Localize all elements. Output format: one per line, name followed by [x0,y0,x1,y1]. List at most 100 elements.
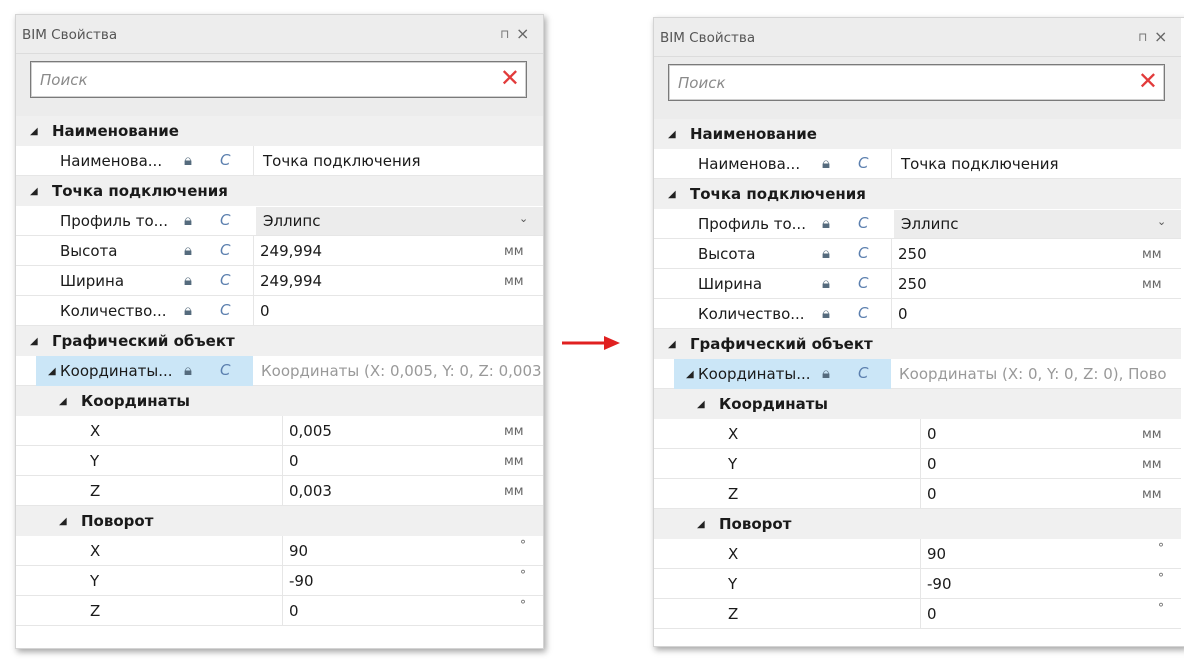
property-row-coord-z[interactable]: Z 0 мм [654,479,1181,509]
lock-icon[interactable]: 🔒︎ [184,241,192,259]
property-row-name[interactable]: Наименова... 🔒︎ C Точка подключения [654,149,1181,179]
c-icon[interactable]: C [858,214,868,232]
chevron-down-icon[interactable]: ⌄ [519,212,528,225]
subgroup-rotation[interactable]: ◢ Поворот [654,509,1181,539]
collapse-triangle-icon[interactable]: ◢ [686,369,694,380]
property-row-name[interactable]: Наименова... 🔒︎ C Точка подключения [16,146,543,176]
c-icon[interactable]: C [220,271,230,289]
property-row-coordinates[interactable]: ◢ Координаты... 🔒︎ C Координаты (X: 0, Y… [654,359,1181,389]
lock-icon[interactable]: 🔒︎ [184,301,192,319]
c-icon[interactable]: C [220,301,230,319]
property-value[interactable]: -90 [927,575,952,593]
lock-icon[interactable]: 🔒︎ [822,154,830,172]
property-row-coord-x[interactable]: X 0 мм [654,419,1181,449]
group-graphic-object[interactable]: ◢ Графический объект [654,329,1181,359]
collapse-triangle-icon[interactable]: ◢ [668,339,676,350]
chevron-down-icon[interactable]: ⌄ [1157,215,1166,228]
c-icon[interactable]: C [858,304,868,322]
group-naming[interactable]: ◢ Наименование [16,116,543,146]
collapse-triangle-icon[interactable]: ◢ [697,519,705,530]
property-row-height[interactable]: Высота 🔒︎ C 250 мм [654,239,1181,269]
property-value[interactable]: Точка подключения [263,152,421,170]
property-row-coord-y[interactable]: Y 0 мм [16,446,543,476]
property-value[interactable]: 0 [927,605,937,623]
property-value[interactable]: 90 [927,545,946,563]
property-value[interactable]: 0 [927,425,937,443]
lock-icon[interactable]: 🔒︎ [184,211,192,229]
c-icon[interactable]: C [858,364,868,382]
subgroup-coordinates[interactable]: ◢ Координаты [654,389,1181,419]
property-row-profile[interactable]: Профиль то... 🔒︎ C Эллипс ⌄ [16,206,543,236]
property-row-coord-x[interactable]: X 0,005 мм [16,416,543,446]
property-row-rot-x[interactable]: X 90 ° [16,536,543,566]
property-row-rot-y[interactable]: Y -90 ° [16,566,543,596]
lock-icon[interactable]: 🔒︎ [822,274,830,292]
c-icon[interactable]: C [220,211,230,229]
collapse-triangle-icon[interactable]: ◢ [30,186,38,197]
c-icon[interactable]: C [220,151,230,169]
search-input[interactable]: Поиск ✕ [668,64,1165,101]
collapse-triangle-icon[interactable]: ◢ [59,396,67,407]
group-naming[interactable]: ◢ Наименование [654,119,1181,149]
group-connection-point[interactable]: ◢ Точка подключения [654,179,1181,209]
collapse-triangle-icon[interactable]: ◢ [668,189,676,200]
collapse-triangle-icon[interactable]: ◢ [59,516,67,527]
property-value[interactable]: 0,005 [289,422,332,440]
property-value[interactable]: -90 [289,572,314,590]
property-value[interactable]: 250 [898,245,927,263]
c-icon[interactable]: C [858,154,868,172]
collapse-triangle-icon[interactable]: ◢ [668,129,676,140]
property-value[interactable]: 0 [927,455,937,473]
group-graphic-object[interactable]: ◢ Графический объект [16,326,543,356]
property-row-rot-y[interactable]: Y -90 ° [654,569,1181,599]
collapse-triangle-icon[interactable]: ◢ [697,399,705,410]
search-input[interactable]: Поиск ✕ [30,61,527,98]
property-value[interactable]: 249,994 [260,242,322,260]
property-value[interactable]: 250 [898,275,927,293]
close-icon[interactable]: × [516,24,529,43]
property-row-rot-x[interactable]: X 90 ° [654,539,1181,569]
property-row-count[interactable]: Количество... 🔒︎ C 0 [16,296,543,326]
c-icon[interactable]: C [858,274,868,292]
property-value[interactable]: Точка подключения [901,155,1059,173]
pin-icon[interactable]: ⊓ [1138,30,1147,44]
property-value[interactable]: 0 [927,485,937,503]
property-row-rot-z[interactable]: Z 0 ° [654,599,1181,629]
collapse-triangle-icon[interactable]: ◢ [30,336,38,347]
property-row-width[interactable]: Ширина 🔒︎ C 249,994 мм [16,266,543,296]
property-value[interactable]: Координаты (X: 0, Y: 0, Z: 0), Пово [899,365,1167,383]
subgroup-rotation[interactable]: ◢ Поворот [16,506,543,536]
pin-icon[interactable]: ⊓ [500,27,509,41]
close-icon[interactable]: × [1154,27,1167,46]
collapse-triangle-icon[interactable]: ◢ [30,126,38,137]
property-value[interactable]: 0 [898,305,908,323]
lock-icon[interactable]: 🔒︎ [822,244,830,262]
lock-icon[interactable]: 🔒︎ [184,151,192,169]
lock-icon[interactable]: 🔒︎ [184,361,192,379]
property-row-profile[interactable]: Профиль то... 🔒︎ C Эллипс ⌄ [654,209,1181,239]
clear-icon[interactable]: ✕ [1138,67,1158,95]
group-connection-point[interactable]: ◢ Точка подключения [16,176,543,206]
subgroup-coordinates[interactable]: ◢ Координаты [16,386,543,416]
lock-icon[interactable]: 🔒︎ [822,214,830,232]
profile-dropdown-value[interactable]: Эллипс [901,215,958,233]
lock-icon[interactable]: 🔒︎ [184,271,192,289]
property-row-coord-z[interactable]: Z 0,003 мм [16,476,543,506]
c-icon[interactable]: C [220,361,230,379]
lock-icon[interactable]: 🔒︎ [822,364,830,382]
property-row-rot-z[interactable]: Z 0 ° [16,596,543,626]
collapse-triangle-icon[interactable]: ◢ [48,366,56,377]
property-value[interactable]: 90 [289,542,308,560]
property-row-coord-y[interactable]: Y 0 мм [654,449,1181,479]
property-value[interactable]: Координаты (X: 0,005, Y: 0, Z: 0,003 [261,362,542,380]
property-value[interactable]: 0,003 [289,482,332,500]
property-value[interactable]: 0 [260,302,270,320]
property-value[interactable]: 0 [289,452,299,470]
property-value[interactable]: 0 [289,602,299,620]
c-icon[interactable]: C [220,241,230,259]
property-row-width[interactable]: Ширина 🔒︎ C 250 мм [654,269,1181,299]
property-row-coordinates[interactable]: ◢ Координаты... 🔒︎ C Координаты (X: 0,00… [16,356,543,386]
property-value[interactable]: 249,994 [260,272,322,290]
clear-icon[interactable]: ✕ [500,64,520,92]
property-row-height[interactable]: Высота 🔒︎ C 249,994 мм [16,236,543,266]
